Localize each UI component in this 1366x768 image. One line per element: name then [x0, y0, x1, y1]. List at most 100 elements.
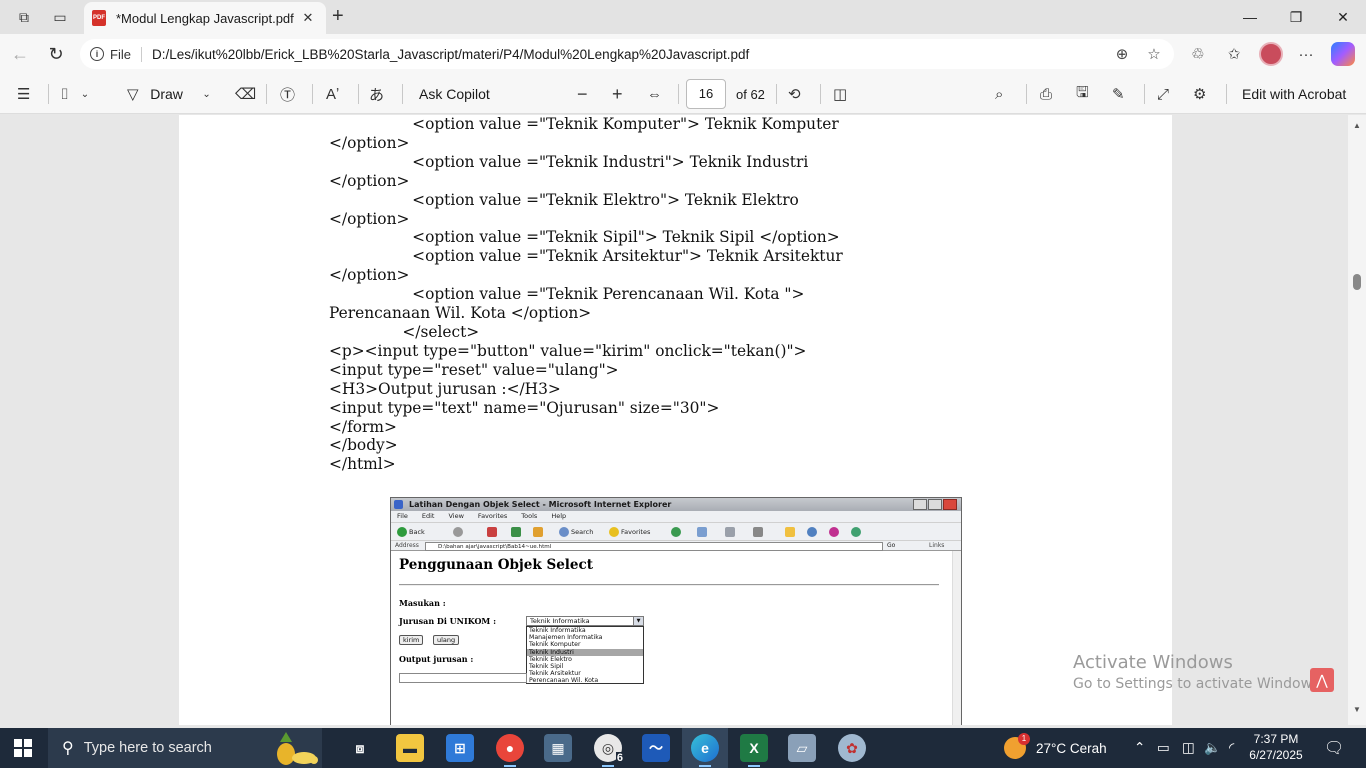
settings-gear-icon[interactable]: ⚙ — [1193, 83, 1206, 105]
contents-list-icon[interactable]: ☰ — [17, 83, 30, 105]
network-icon[interactable]: ◫ — [1182, 728, 1195, 768]
ie-close-icon — [943, 499, 957, 510]
url-text[interactable]: D:/Les/ikut%20lbb/Erick_LBB%20Starla_Jav… — [152, 47, 1110, 62]
minimize-icon[interactable]: — — [1238, 6, 1262, 28]
draw-pen-icon: ▽ — [127, 86, 139, 103]
task-view-icon[interactable]: ⧈ — [346, 734, 374, 762]
acrobat-icon[interactable]: ⋀ — [1310, 668, 1334, 692]
excel-icon[interactable]: X — [740, 734, 768, 767]
paint-icon[interactable]: ✿ — [838, 734, 866, 762]
weather-text: 27°C Cerah — [1036, 740, 1107, 756]
favorites-icon[interactable]: ✩ — [1222, 43, 1246, 65]
refresh-icon[interactable]: ↻ — [44, 42, 68, 66]
find-search-icon[interactable]: ⌕ — [995, 83, 1003, 105]
ie-dropdown-option: Perencanaan Wil. Kota — [529, 677, 599, 685]
browser-essentials-icon[interactable]: ♲ — [1186, 43, 1210, 65]
restore-icon[interactable]: ❐ — [1284, 6, 1308, 28]
favorite-star-icon[interactable]: ☆ — [1142, 45, 1166, 63]
search-placeholder: Type here to search — [83, 740, 212, 756]
zoom-icon[interactable]: ⊕ — [1110, 45, 1134, 63]
volume-icon[interactable]: 🔈 — [1204, 728, 1221, 768]
edge-icon[interactable]: e — [691, 734, 719, 767]
tab-active[interactable]: PDF *Modul Lengkap Javascript.pdf ✕ — [84, 2, 326, 34]
expand-icon[interactable]: ⤢ — [1157, 83, 1169, 105]
search-icon: ⚲ — [62, 740, 74, 757]
code-line: <option value ="Teknik Industri"> Teknik… — [329, 152, 809, 171]
vertical-scrollbar[interactable]: ▲ ▼ — [1348, 115, 1366, 725]
system-clock[interactable]: 7:37 PM 6/27/2025 — [1248, 731, 1304, 763]
microsoft-store-icon[interactable]: ⊞ — [446, 734, 474, 762]
photos-icon[interactable]: 〜 — [642, 734, 670, 762]
windows-start-icon[interactable] — [14, 739, 32, 757]
profile-avatar[interactable] — [1259, 42, 1283, 66]
ie-title-bar: Latihan Dengan Objek Select - Microsoft … — [391, 498, 961, 511]
ie-app-icon — [394, 500, 403, 509]
ie-print-icon — [725, 527, 737, 538]
notification-icon[interactable]: 🗨 — [1324, 728, 1344, 768]
divider — [266, 84, 267, 104]
show-hidden-icons[interactable]: ⌃ — [1134, 728, 1145, 768]
info-icon[interactable]: i — [90, 47, 104, 61]
page-view-icon[interactable]: ◫ — [833, 83, 847, 105]
back-arrow-icon[interactable]: ← — [8, 42, 32, 66]
copilot-icon[interactable] — [1331, 42, 1355, 66]
text-box-icon[interactable]: Ⓣ — [280, 83, 295, 105]
draw-button[interactable]: ▽ Draw ⌄ — [127, 83, 211, 105]
ie-page-content: Penggunaan Objek Select Masukan : Jurusa… — [391, 551, 961, 725]
ie-jurusan-label: Jurusan Di UNIKOM : — [399, 616, 497, 626]
scroll-down-arrow-icon[interactable]: ▼ — [1353, 705, 1361, 714]
ie-scrollbar — [952, 551, 961, 725]
weather-widget[interactable]: 1 27°C Cerah — [1004, 728, 1107, 768]
pdf-file-icon: PDF — [92, 10, 106, 26]
rotate-icon[interactable]: ⟲ — [788, 83, 801, 105]
ie-address-label: Address — [395, 542, 419, 549]
calculator-icon[interactable]: ▦ — [544, 734, 572, 762]
file-explorer-icon[interactable]: ▬ — [396, 734, 424, 762]
pdf-page: <option value ="Teknik Komputer"> Teknik… — [179, 115, 1172, 725]
read-aloud-icon[interactable]: A͏ʼ — [326, 83, 339, 105]
ie-kirim-button: kirim — [399, 635, 424, 645]
save-as-icon[interactable]: ✎ — [1112, 83, 1125, 105]
ask-copilot-button[interactable]: Ask Copilot — [419, 83, 490, 105]
ie-title-text: Latihan Dengan Objek Select - Microsoft … — [409, 500, 672, 509]
workspaces-icon[interactable]: ⧉ — [13, 6, 35, 28]
page-number-input[interactable]: 16 — [686, 79, 726, 109]
more-options-icon[interactable]: ··· — [1294, 43, 1318, 65]
fit-to-width-icon[interactable]: ⇔ — [647, 83, 662, 105]
divider — [678, 84, 679, 104]
pdf-document-area[interactable]: <option value ="Teknik Komputer"> Teknik… — [0, 115, 1348, 725]
wifi-icon[interactable]: ◜ — [1229, 728, 1234, 768]
print-icon[interactable]: ⎙ — [1040, 83, 1052, 105]
edit-with-acrobat-button[interactable]: Edit with Acrobat — [1242, 83, 1346, 105]
chrome-icon[interactable]: ● — [496, 734, 524, 767]
close-window-icon[interactable]: ✕ — [1331, 6, 1355, 28]
ie-menu-item: File — [397, 512, 408, 520]
divider — [358, 84, 359, 104]
save-icon[interactable]: 🖫 — [1076, 83, 1089, 105]
translate-icon[interactable]: あ — [369, 83, 384, 105]
pineapple-highlight-icon[interactable] — [268, 730, 320, 766]
eraser-icon[interactable]: ⌫ — [235, 83, 256, 105]
highlight-icon[interactable]: ⌷ ⌄ — [60, 83, 89, 105]
code-line: <option value ="Teknik Perencanaan Wil. … — [329, 285, 805, 304]
battery-icon[interactable]: ▭ — [1157, 728, 1170, 768]
new-tab-icon[interactable]: + — [332, 6, 344, 26]
close-tab-icon[interactable]: ✕ — [298, 10, 318, 26]
vertical-tabs-icon[interactable]: ▭ — [49, 6, 71, 28]
scroll-up-arrow-icon[interactable]: ▲ — [1353, 121, 1361, 130]
ie-output-label: Output jurusan : — [399, 654, 474, 664]
ie-edit-icon — [753, 527, 765, 538]
ie-tools-icon — [851, 527, 863, 538]
code-line: <option value ="Teknik Sipil"> Teknik Si… — [329, 228, 840, 247]
chrome-profile-icon[interactable]: ◎ 6 — [594, 734, 624, 767]
notepad-icon[interactable]: ▱ — [788, 734, 816, 762]
code-line: </select> — [329, 322, 480, 341]
url-field[interactable]: i File D:/Les/ikut%20lbb/Erick_LBB%20Sta… — [80, 39, 1174, 69]
ie-dropdown-option: Teknik Elektro — [529, 655, 572, 663]
zoom-out-icon[interactable]: − — [577, 83, 588, 105]
scrollbar-thumb[interactable] — [1353, 274, 1361, 290]
taskbar: ⚲ Type here to search ⧈ ▬ ⊞ ● ▦ ◎ 6 〜 e X… — [0, 728, 1366, 768]
divider — [1026, 84, 1027, 104]
zoom-in-icon[interactable]: + — [612, 83, 623, 105]
ie-dropdown-option: Teknik Komputer — [529, 641, 581, 649]
